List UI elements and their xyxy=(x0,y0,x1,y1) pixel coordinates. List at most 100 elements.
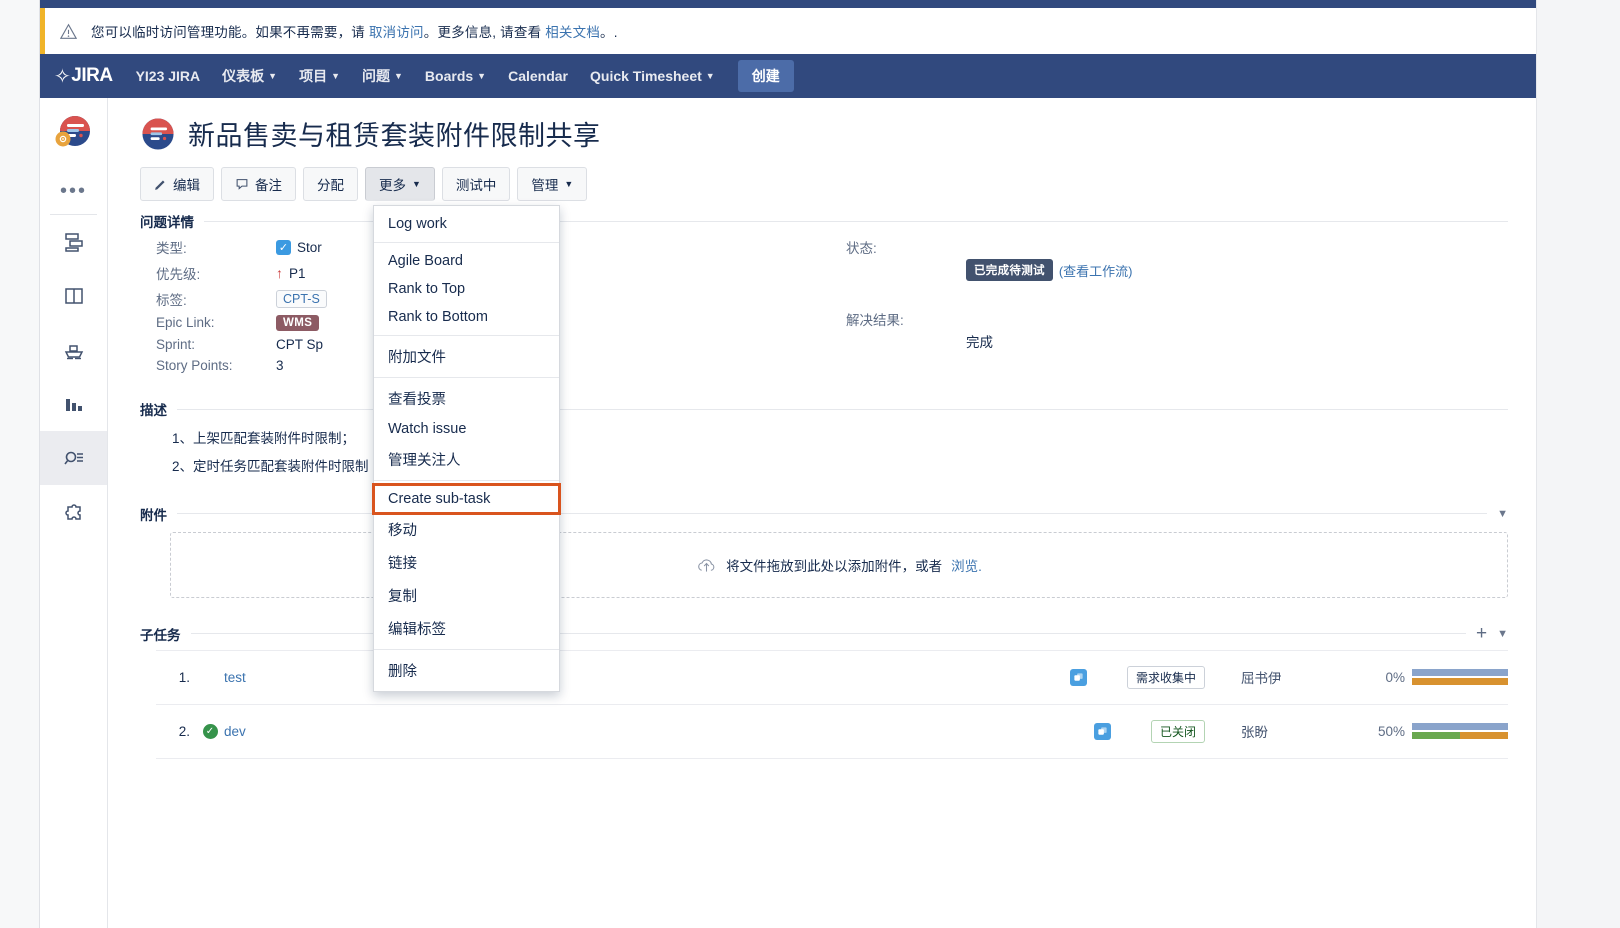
menu-item-delete[interactable]: 删除 xyxy=(374,654,559,687)
nav-item-issues[interactable]: 问题 ▼ xyxy=(351,60,414,92)
more-button[interactable]: 更多 ▼ xyxy=(365,167,435,201)
bar-segment-blue xyxy=(1412,669,1508,677)
detail-priority-text: P1 xyxy=(289,265,306,281)
attachments-collapse-icon[interactable]: ▼ xyxy=(1497,508,1508,520)
edit-button[interactable]: 编辑 xyxy=(140,167,214,201)
testing-status-button[interactable]: 测试中 xyxy=(441,167,511,201)
nav-site-name[interactable]: YI23 JIRA xyxy=(125,62,212,90)
jira-issue-page: 您可以临时访问管理功能。如果不再需要，请 取消访问。更多信息, 请查看 相关文档… xyxy=(0,0,1620,928)
chevron-down-icon: ▼ xyxy=(412,179,421,189)
detail-value-sprint: CPT Sp xyxy=(276,337,324,352)
comment-button[interactable]: 备注 xyxy=(221,167,296,201)
issue-search-icon xyxy=(63,451,83,465)
attachments-heading-row: 附件 ▼ xyxy=(140,504,1508,524)
release-ship-icon xyxy=(64,345,83,360)
docs-link[interactable]: 相关文档 xyxy=(545,25,600,40)
menu-item-rank-to-bottom[interactable]: Rank to Bottom xyxy=(374,303,559,331)
nav-item-quick-timesheet[interactable]: Quick Timesheet ▼ xyxy=(579,62,726,90)
bar-segment-orange xyxy=(1460,732,1508,740)
subtasks-section: 子任务 + ▼ 1. test 需求收集中 屈书伊 0% 2. ✓ dev 已关… xyxy=(140,624,1508,759)
subtasks-collapse-icon[interactable]: ▼ xyxy=(1497,628,1508,640)
attachments-heading: 附件 xyxy=(140,507,167,523)
nav-item-projects[interactable]: 项目 ▼ xyxy=(288,60,351,92)
detail-label-type: 类型: xyxy=(156,241,187,256)
banner-text-mid: 。更多信息, 请查看 xyxy=(423,25,546,40)
menu-item-log-work[interactable]: Log work xyxy=(374,210,559,238)
details-heading: 问题详情 xyxy=(140,215,194,230)
details-heading-row: 问题详情 xyxy=(140,211,1508,231)
cancel-access-link[interactable]: 取消访问 xyxy=(369,25,424,40)
subtask-percent: 0% xyxy=(1385,669,1405,685)
reports-bar-chart-icon xyxy=(65,399,82,411)
epic-lozenge[interactable]: WMS xyxy=(276,315,320,331)
menu-item-agile-board[interactable]: Agile Board xyxy=(374,247,559,275)
detail-label-priority: 优先级: xyxy=(156,267,201,282)
jira-logo[interactable]: ✧ JIRA xyxy=(54,64,113,89)
nav-item-calendar[interactable]: Calendar xyxy=(497,62,579,90)
browse-link[interactable]: 浏览. xyxy=(951,555,982,575)
project-avatar-small xyxy=(142,117,174,150)
bar-segment-blue xyxy=(1412,723,1508,731)
chevron-down-icon: ▼ xyxy=(705,71,715,81)
subtask-percent: 50% xyxy=(1377,723,1405,739)
subtask-index: 2. xyxy=(178,723,190,739)
add-subtask-icon[interactable]: + xyxy=(1476,624,1487,643)
menu-item-edit-labels[interactable]: 编辑标签 xyxy=(374,612,559,645)
subtask-type-icon xyxy=(1069,668,1087,686)
nav-item-dashboards[interactable]: 仪表板 ▼ xyxy=(211,60,288,92)
nav-label-quick-timesheet: Quick Timesheet xyxy=(590,68,702,84)
menu-item-link[interactable]: 链接 xyxy=(374,546,559,579)
assign-button[interactable]: 分配 xyxy=(303,167,358,201)
issue-title-row: 新品售卖与租赁套装附件限制共享 xyxy=(140,114,1508,153)
issue-toolbar: 编辑 备注 分配 更多 ▼ 测试中 管理 ▼ xyxy=(140,167,1508,201)
menu-item-watch-issue[interactable]: Watch issue xyxy=(374,415,559,443)
sidebar-item-releases[interactable] xyxy=(40,323,107,377)
assign-button-label: 分配 xyxy=(317,178,344,193)
bar-segment-orange xyxy=(1412,678,1508,686)
subtasks-heading-row: 子任务 + ▼ xyxy=(140,624,1508,644)
table-row[interactable]: 2. ✓ dev 已关闭 张盼 50% xyxy=(156,705,1508,759)
menu-item-manage-watchers[interactable]: 管理关注人 xyxy=(374,443,559,476)
backlog-icon xyxy=(64,233,83,252)
warning-icon xyxy=(45,23,91,40)
detail-label-sprint: Sprint: xyxy=(156,337,196,352)
detail-label-epic-link: Epic Link: xyxy=(156,315,215,330)
subtask-name-link[interactable]: test xyxy=(224,670,246,685)
view-workflow-link[interactable]: (查看工作流) xyxy=(1059,261,1133,280)
banner-text: 您可以临时访问管理功能。如果不再需要，请 取消访问。更多信息, 请查看 相关文档… xyxy=(91,21,618,41)
admin-button[interactable]: 管理 ▼ xyxy=(517,167,588,201)
sidebar-item-backlog[interactable] xyxy=(40,215,107,269)
chevron-down-icon: ▼ xyxy=(268,71,278,81)
jira-logo-text: JIRA xyxy=(71,65,113,86)
menu-item-view-votes[interactable]: 查看投票 xyxy=(374,382,559,415)
sidebar-more-icon[interactable]: ••• xyxy=(40,168,107,214)
story-type-icon: ✓ xyxy=(276,239,291,255)
status-badge: 已完成待测试 xyxy=(966,259,1053,281)
nav-item-boards[interactable]: Boards ▼ xyxy=(414,62,497,90)
progress-bar-bottom xyxy=(1412,732,1508,740)
menu-item-move[interactable]: 移动 xyxy=(374,513,559,546)
nav-label-projects: 项目 xyxy=(299,68,328,84)
sidebar-item-reports[interactable] xyxy=(40,377,107,431)
sidebar-item-addons[interactable] xyxy=(40,485,107,539)
description-heading-row: 描述 xyxy=(140,399,1508,419)
detail-label-labels: 标签: xyxy=(156,293,187,308)
subtask-progress-bars xyxy=(1412,723,1508,740)
sidebar-item-issues[interactable] xyxy=(40,431,107,485)
menu-separator xyxy=(374,242,559,243)
subtask-type-icon xyxy=(1093,722,1111,740)
label-lozenge[interactable]: CPT-S xyxy=(276,290,327,308)
menu-item-clone[interactable]: 复制 xyxy=(374,579,559,612)
table-row[interactable]: 1. test 需求收集中 屈书伊 0% xyxy=(156,651,1508,705)
priority-up-arrow-icon: ↑ xyxy=(276,265,283,281)
menu-item-attach-file[interactable]: 附加文件 xyxy=(374,340,559,373)
admin-button-label: 管理 xyxy=(531,178,559,193)
subtask-name-link[interactable]: dev xyxy=(224,724,246,739)
create-button[interactable]: 创建 xyxy=(737,60,794,92)
sidebar-item-board[interactable] xyxy=(40,269,107,323)
menu-item-rank-to-top[interactable]: Rank to Top xyxy=(374,275,559,303)
project-avatar[interactable] xyxy=(40,98,107,168)
nav-label-issues: 问题 xyxy=(362,68,390,84)
menu-item-create-sub-task[interactable]: Create sub-task xyxy=(372,483,561,515)
attachment-dropzone[interactable]: 将文件拖放到此处以添加附件，或者 浏览. xyxy=(170,531,1508,598)
